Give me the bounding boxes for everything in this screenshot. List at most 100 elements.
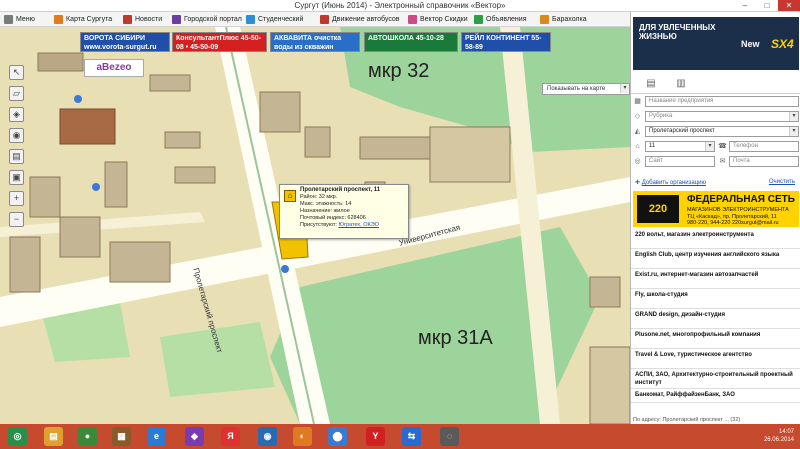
building-icon: ▦ (634, 98, 641, 105)
organization-list: 220 вольт, магазин электроинструмента En… (631, 229, 800, 403)
ad-banner[interactable]: АВТОШКОЛА 45-10-28 (364, 32, 458, 52)
popup-district: Район: 32 мкр. (300, 194, 338, 200)
site-input[interactable]: Сайт (645, 156, 715, 167)
layers-tool-icon[interactable]: ◈ (9, 107, 24, 122)
building (429, 126, 511, 183)
taskbar-skype-icon[interactable]: ⬤ (328, 427, 347, 446)
add-organization-link[interactable]: Добавить организацию (642, 180, 706, 186)
taskbar-tool-icon[interactable]: ▦ (112, 427, 131, 446)
phone-icon: ☎ (718, 143, 727, 150)
building (589, 346, 630, 424)
address-popup: ⌂ Пролетарский проспект, 11 Район: 32 мк… (279, 184, 409, 239)
avezeo-logo[interactable]: аВеzео (84, 59, 144, 77)
taskbar-ie-icon[interactable]: e (147, 427, 166, 446)
taskbar-media-icon[interactable]: ◉ (258, 427, 277, 446)
show-on-map-select[interactable]: Показывать на карте ▾ (542, 83, 630, 95)
menu-item-discounts[interactable]: Вектор Скидки (408, 14, 468, 25)
tab-map-icon[interactable]: ▥ (673, 78, 689, 90)
clock: 14:07 26.06.2014 (763, 429, 794, 443)
globe-tool-icon[interactable]: ◉ (9, 128, 24, 143)
rubric-select[interactable]: Рубрика ▾ (645, 111, 799, 122)
phone-input[interactable]: Телефон (729, 141, 799, 152)
list-item[interactable]: Банкомат, РайффайзенБанк, ЗАО (631, 389, 800, 403)
street-select[interactable]: Пролетарский проспект ▾ (645, 126, 799, 137)
house-select[interactable]: 11 ▾ (645, 141, 715, 152)
menu-item-portal[interactable]: Городской портал (172, 14, 242, 25)
menu-item-student[interactable]: Студенческий (246, 14, 303, 25)
taskbar-vs-icon[interactable]: ◆ (185, 427, 204, 446)
list-item[interactable]: GRAND design, дизайн-студия (631, 309, 800, 329)
building (59, 216, 101, 258)
list-item[interactable]: Fly, школа-студия (631, 289, 800, 309)
ads-icon (474, 14, 483, 24)
taskbar-firefox-icon[interactable]: ◐ (293, 427, 312, 446)
building (109, 241, 171, 283)
popup-present: Присутствуют: Югратех, ОКЭО (300, 222, 379, 228)
window-title: Сургут (Июнь 2014) - Электронный справоч… (294, 1, 506, 10)
taskbar-teamviewer-icon[interactable]: ⇆ (402, 427, 421, 446)
menu-bar: Меню Карта Сургута Новости Городской пор… (0, 12, 630, 27)
taskbar-chrome-icon[interactable]: ● (78, 427, 97, 446)
menu-item-flea[interactable]: Барахолка (540, 14, 587, 25)
menu-item-menu[interactable]: Меню (4, 14, 35, 25)
rubric-row: ◇ Рубрика ▾ (633, 111, 799, 122)
building (59, 108, 116, 145)
house-icon: ⌂ (635, 143, 640, 150)
company-row: ▦ Название предприятия (633, 96, 799, 107)
taskbar-start-icon[interactable]: ◎ (8, 427, 27, 446)
menu-item-buses[interactable]: Движение автобусов (320, 14, 400, 25)
taskbar-yandex-icon[interactable]: Я (221, 427, 240, 446)
save-tool-icon[interactable]: ▣ (9, 170, 24, 185)
zoom-out-icon[interactable]: − (9, 212, 24, 227)
ad-banner[interactable]: ВОРОТА СИБИРИ www.vorota-surgut.ru (80, 32, 170, 52)
list-item[interactable]: English Club, центр изучения английского… (631, 249, 800, 269)
list-item[interactable]: 220 вольт, магазин электроинструмента (631, 229, 800, 249)
taskbar: ◎ ▤ ● ▦ e ◆ Я ◉ ◐ ⬤ Y ⇆ ◌ 14:07 26.06.2014 (0, 424, 800, 449)
pan-tool-icon[interactable]: ▱ (9, 86, 24, 101)
street-row: ◭ Пролетарский проспект ▾ (633, 126, 799, 137)
maximize-button[interactable]: □ (756, 0, 778, 11)
bus-icon (320, 14, 329, 24)
city-map[interactable]: мкр 32 мкр 31А Пролетарский проспект Уни… (0, 27, 630, 424)
taskbar-yabrowser-icon[interactable]: Y (366, 427, 385, 446)
ad-banner[interactable]: АКВАВИТА очистка воды из скважин (270, 32, 360, 52)
taskbar-vector-icon[interactable]: ◌ (440, 427, 459, 446)
panel-tabs: ▤ ▥ (631, 74, 800, 94)
zoom-in-icon[interactable]: + (9, 191, 24, 206)
chevron-down-icon: ▾ (705, 142, 714, 151)
building (304, 126, 331, 158)
list-item[interactable]: Plusone.net, многопрофильный компания (631, 329, 800, 349)
portal-icon (172, 14, 181, 24)
ad-banner[interactable]: КонсультантПлюс 45-50-08 • 45-50-09 (172, 32, 267, 52)
menu-item-ads[interactable]: Объявления (474, 14, 527, 25)
clear-link[interactable]: Очистить (769, 179, 795, 185)
popup-postcode: Почтовый индекс: 628406 (300, 215, 366, 221)
house-icon: ⌂ (284, 190, 296, 202)
menu-item-news[interactable]: Новости (123, 14, 162, 25)
district-label-31a: мкр 31А (418, 327, 493, 349)
ad-banner-top[interactable]: ДЛЯ УВЛЕЧЕННЫХ ЖИЗНЬЮ New SX4 (633, 17, 799, 70)
taskbar-explorer-icon[interactable]: ▤ (44, 427, 63, 446)
chevron-down-icon: ▾ (789, 127, 798, 136)
building (164, 131, 201, 149)
building (9, 236, 41, 293)
ad-banner[interactable]: РЕЙЛ КОНТИНЕНТ 55-58-89 (461, 32, 551, 52)
close-button[interactable]: ✕ (778, 0, 800, 11)
minimize-button[interactable]: – (734, 0, 756, 11)
list-item[interactable]: Exist.ru, интернет-магазин автозапчастей (631, 269, 800, 289)
panel-links: ✚ Добавить организацию Очистить (635, 179, 797, 188)
list-item[interactable]: Travel & Love, туристическое агентство (631, 349, 800, 369)
ad-banner-220[interactable]: 220 ФЕДЕРАЛЬНАЯ СЕТЬ МАГАЗИНОВ ЭЛЕКТРОИН… (633, 191, 799, 227)
popup-present-links[interactable]: Югратех, ОКЭО (338, 222, 378, 228)
map-pin (92, 183, 100, 191)
mail-input[interactable]: Почта (729, 156, 799, 167)
menu-item-map[interactable]: Карта Сургута (54, 14, 112, 25)
popup-floors: Макс. этажность: 14 (300, 201, 352, 207)
list-item[interactable]: АСПИ, ЗАО, Архитектурно-строительный про… (631, 369, 800, 389)
company-input[interactable]: Название предприятия (645, 96, 799, 107)
search-panel: ДЛЯ УВЛЕЧЕННЫХ ЖИЗНЬЮ New SX4 ▤ ▥ ▦ Назва… (630, 12, 800, 424)
tab-list-icon[interactable]: ▤ (643, 78, 659, 90)
pointer-tool-icon[interactable]: ↖ (9, 65, 24, 80)
title-bar: Сургут (Июнь 2014) - Электронный справоч… (0, 0, 800, 12)
print-tool-icon[interactable]: ▤ (9, 149, 24, 164)
